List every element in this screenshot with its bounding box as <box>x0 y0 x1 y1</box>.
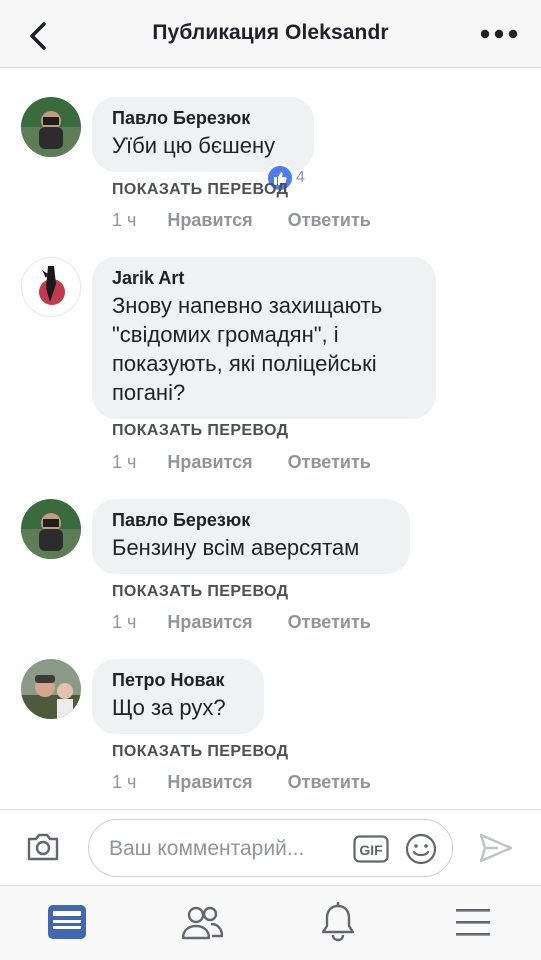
bottom-tab-bar <box>0 885 541 960</box>
comment-input[interactable]: Ваш комментарий... GIF <box>88 819 453 877</box>
more-options-button[interactable] <box>479 22 519 46</box>
comment-meta: 1 ч Нравится Ответить <box>112 210 371 231</box>
show-translation-link[interactable]: ПОКАЗАТЬ ПЕРЕВОД <box>112 181 288 199</box>
comment-time: 1 ч <box>112 612 137 632</box>
comment-text: Що за рух? <box>112 695 226 720</box>
avatar[interactable] <box>21 659 81 719</box>
emoji-button[interactable] <box>405 833 437 865</box>
camera-button[interactable] <box>26 832 60 862</box>
comment-bubble[interactable]: Петро Новак Що за рух? <box>92 659 264 734</box>
gif-icon: GIF <box>353 835 389 863</box>
top-nav-bar: Публикация Oleksandr <box>0 0 541 68</box>
comment-input-placeholder: Ваш комментарий... <box>109 837 305 860</box>
comment-time: 1 ч <box>112 772 137 792</box>
comment-meta: 1 ч Нравится Ответить <box>112 612 371 633</box>
like-button[interactable]: Нравится <box>167 612 252 633</box>
bell-icon <box>321 901 355 942</box>
comment-bubble[interactable]: Павло Березюк Уїби цю бєшену <box>92 97 314 172</box>
tab-notifications[interactable] <box>316 901 360 942</box>
reply-button[interactable]: Ответить <box>288 210 371 231</box>
tab-menu[interactable] <box>451 902 495 942</box>
gif-button[interactable]: GIF <box>353 835 389 863</box>
comment-author[interactable]: Павло Березюк <box>112 107 294 129</box>
comment-text-line: "свідомих громадян", і <box>112 322 339 347</box>
tab-friends[interactable] <box>180 902 224 942</box>
like-button[interactable]: Нравится <box>167 772 252 793</box>
comment-meta: 1 ч Нравится Ответить <box>112 772 371 793</box>
show-translation-link[interactable]: ПОКАЗАТЬ ПЕРЕВОД <box>112 583 288 601</box>
comments-feed[interactable]: Павло Березюк Уїби цю бєшену 4 ПОКАЗАТЬ … <box>0 69 541 809</box>
show-translation-link[interactable]: ПОКАЗАТЬ ПЕРЕВОД <box>112 422 288 440</box>
avatar[interactable] <box>21 499 81 559</box>
comment-text-line: Знову напевно захищають <box>112 293 383 318</box>
reply-button[interactable]: Ответить <box>288 612 371 633</box>
tab-news-feed[interactable] <box>45 902 89 942</box>
like-button[interactable]: Нравится <box>167 210 252 231</box>
avatar[interactable] <box>21 97 81 157</box>
comment-time: 1 ч <box>112 452 137 472</box>
comment-composer: Ваш комментарий... GIF <box>0 809 541 885</box>
comment-text-line: показують, які поліцейські <box>112 351 377 376</box>
menu-icon <box>456 909 490 936</box>
comment-text: Бензину всім аверсятам <box>112 535 360 560</box>
reply-button[interactable]: Ответить <box>288 452 371 473</box>
reply-button[interactable]: Ответить <box>288 772 371 793</box>
comment-author[interactable]: Павло Березюк <box>112 509 390 531</box>
camera-icon <box>27 833 59 861</box>
reaction-count: 4 <box>296 169 305 186</box>
comment-author[interactable]: Jarik Art <box>112 267 416 289</box>
comment-text: Уїби цю бєшену <box>112 133 276 158</box>
friends-icon <box>181 906 224 940</box>
comment-author[interactable]: Петро Новак <box>112 669 244 691</box>
comment-bubble[interactable]: Jarik Art Знову напевно захищають "свідо… <box>92 257 436 419</box>
comment-time: 1 ч <box>112 210 137 230</box>
comment-bubble[interactable]: Павло Березюк Бензину всім аверсятам <box>92 499 410 574</box>
gif-label: GIF <box>359 842 383 858</box>
show-translation-link[interactable]: ПОКАЗАТЬ ПЕРЕВОД <box>112 743 288 761</box>
comment-text-line: погані? <box>112 380 186 405</box>
more-dots-icon <box>480 29 518 39</box>
send-icon <box>479 833 513 863</box>
send-button[interactable] <box>478 832 514 864</box>
emoji-icon <box>405 833 437 865</box>
like-button[interactable]: Нравится <box>167 452 252 473</box>
news-feed-icon <box>48 905 86 939</box>
avatar[interactable] <box>21 257 81 317</box>
page-title: Публикация Oleksandr <box>152 21 389 44</box>
comment-meta: 1 ч Нравится Ответить <box>112 452 371 473</box>
